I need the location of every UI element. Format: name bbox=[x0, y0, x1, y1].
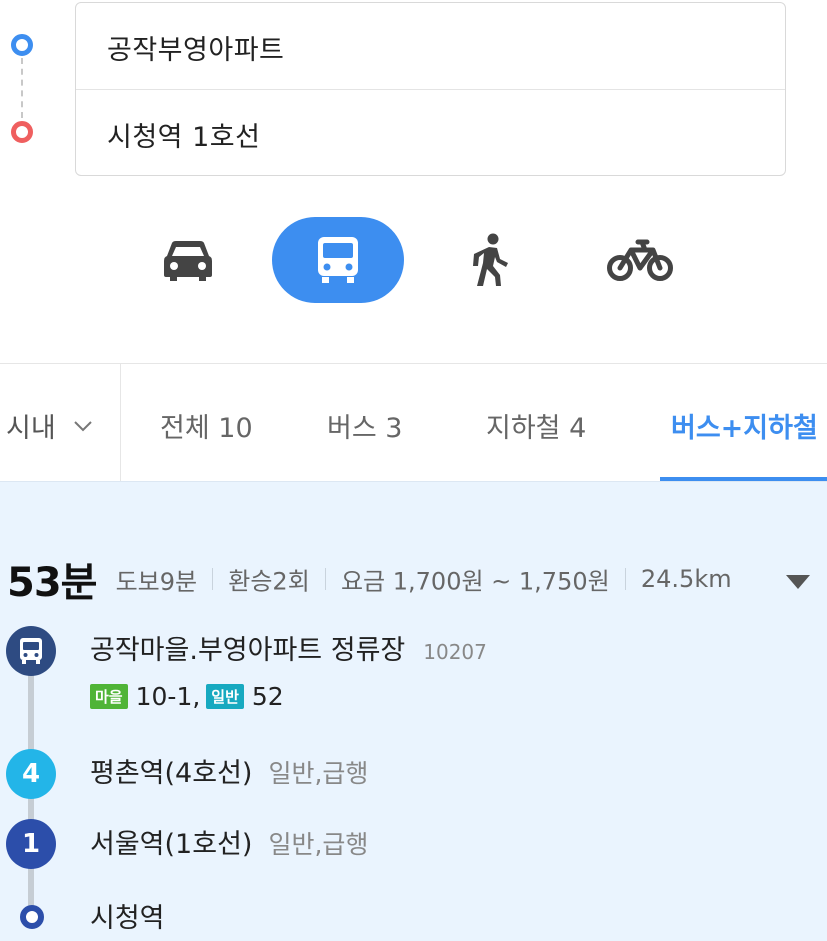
general-bus-badge: 일반 bbox=[206, 684, 244, 709]
bike-mode-button[interactable] bbox=[600, 217, 680, 303]
bus-lines: 마을 10-1, 일반 52 bbox=[90, 682, 284, 711]
origin-value: 공작부영아파트 bbox=[107, 35, 285, 66]
step-station[interactable]: 서울역(1호선) 일반,급행 bbox=[90, 822, 368, 861]
route-type-tabs: 시내 전체 10 버스 3 지하철 4 버스+지하철 bbox=[0, 363, 827, 482]
step-destination[interactable]: 시청역 bbox=[90, 896, 165, 935]
divider bbox=[324, 568, 326, 590]
walk-icon bbox=[473, 233, 508, 286]
bus-line-number: 52 bbox=[251, 682, 284, 711]
route-result-card[interactable]: 53분 도보9분 환승2회 요금 1,700원 ~ 1,750원 24.5km … bbox=[0, 481, 827, 941]
total-time: 53분 bbox=[7, 560, 97, 606]
walk-time: 도보9분 bbox=[115, 567, 198, 596]
walk-mode-button[interactable] bbox=[455, 217, 527, 303]
car-icon bbox=[164, 241, 212, 281]
origin-field[interactable]: 공작부영아파트 bbox=[76, 3, 785, 90]
bus-icon bbox=[20, 638, 42, 664]
train-type: 일반,급행 bbox=[268, 759, 369, 788]
tab-bus[interactable]: 버스 3 bbox=[327, 406, 402, 445]
destination-value: 시청역 1호선 bbox=[107, 122, 261, 153]
bus-line-number: 10-1, bbox=[135, 682, 201, 711]
transfer-count: 환승2회 bbox=[228, 567, 310, 596]
step-name: 평촌역(4호선) bbox=[90, 758, 253, 789]
divider bbox=[212, 568, 214, 590]
train-type: 일반,급행 bbox=[268, 830, 369, 859]
tab-all[interactable]: 전체 10 bbox=[160, 406, 253, 445]
subway-line-4-node: 4 bbox=[6, 749, 56, 799]
step-name: 시청역 bbox=[90, 903, 165, 934]
expand-triangle-icon[interactable] bbox=[785, 574, 811, 590]
subway-line-1-node: 1 bbox=[6, 819, 56, 869]
bike-icon bbox=[607, 239, 673, 281]
route-summary: 53분 도보9분 환승2회 요금 1,700원 ~ 1,750원 24.5km bbox=[7, 550, 732, 608]
step-station[interactable]: 평촌역(4호선) 일반,급행 bbox=[90, 751, 368, 790]
bus-mode-button[interactable] bbox=[272, 217, 404, 303]
car-mode-button[interactable] bbox=[148, 217, 228, 303]
step-bus-stop[interactable]: 공작마을.부영아파트 정류장 10207 bbox=[90, 628, 487, 667]
destination-pin-icon bbox=[11, 121, 33, 143]
step-name: 공작마을.부영아파트 정류장 bbox=[90, 635, 406, 666]
stop-id: 10207 bbox=[423, 640, 487, 664]
region-dropdown[interactable]: 시내 bbox=[0, 364, 121, 481]
route-input-box: 공작부영아파트 시청역 1호선 bbox=[75, 2, 786, 176]
bus-stop-node-icon bbox=[6, 626, 56, 676]
destination-node-icon bbox=[20, 905, 44, 929]
step-name: 서울역(1호선) bbox=[90, 829, 253, 860]
tab-subway[interactable]: 지하철 4 bbox=[486, 406, 586, 445]
region-label: 시내 bbox=[6, 413, 56, 444]
divider bbox=[624, 568, 626, 590]
fare: 요금 1,700원 ~ 1,750원 bbox=[340, 567, 610, 596]
route-connector bbox=[21, 58, 23, 118]
chevron-down-icon bbox=[74, 421, 92, 432]
tab-bus-subway[interactable]: 버스+지하철 bbox=[671, 406, 818, 445]
bus-icon bbox=[318, 237, 358, 283]
destination-field[interactable]: 시청역 1호선 bbox=[76, 90, 785, 176]
village-bus-badge: 마을 bbox=[90, 684, 128, 709]
origin-pin-icon bbox=[11, 34, 33, 56]
distance: 24.5km bbox=[640, 565, 732, 593]
